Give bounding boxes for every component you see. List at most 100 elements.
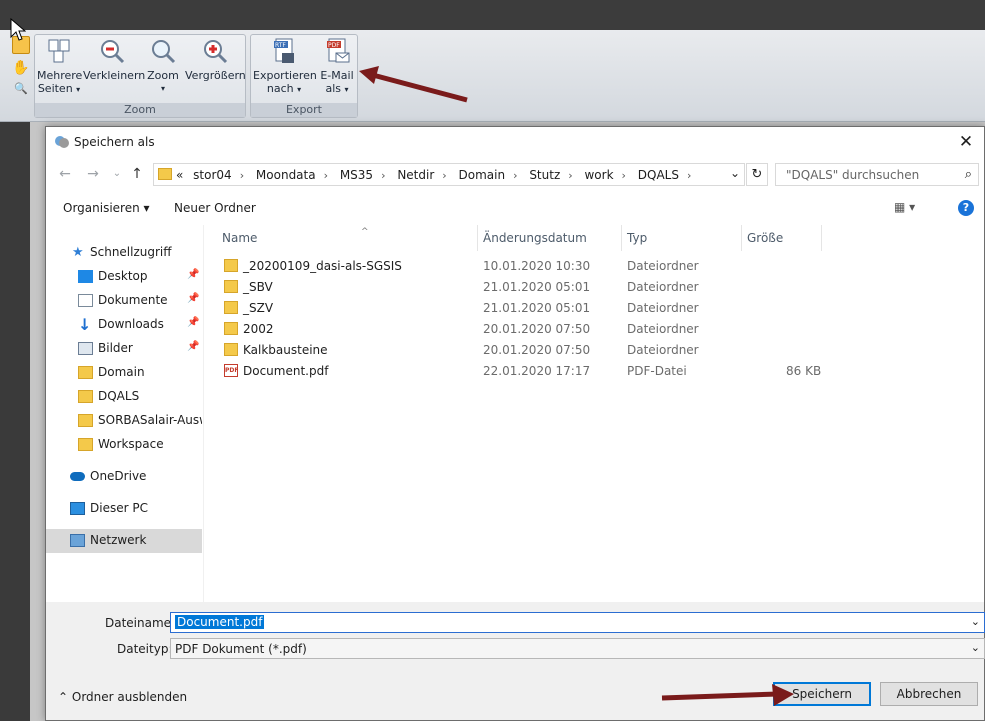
file-type: Dateiordner	[627, 301, 699, 315]
folder-icon	[224, 280, 238, 293]
new-folder-button[interactable]: Neuer Ordner	[174, 201, 256, 215]
nav-item-documents[interactable]: Dokumente 📌	[46, 289, 202, 313]
hand-tool-icon[interactable]: ✋	[12, 60, 29, 76]
search-icon[interactable]: ⌕	[965, 167, 972, 182]
zoom-tool-icon[interactable]: 🔍	[14, 82, 28, 95]
multiple-pages-button[interactable]: Mehrere Seiten ▾	[37, 37, 82, 96]
table-row[interactable]: _SZV 21.01.2020 05:01 Dateiordner	[204, 298, 984, 319]
recent-locations-button[interactable]: ⌄	[108, 165, 126, 183]
download-icon: ↓	[78, 315, 92, 334]
nav-item-label: Downloads	[98, 317, 164, 331]
breadcrumb-item[interactable]: Domain	[459, 168, 506, 182]
column-divider[interactable]	[821, 225, 822, 251]
file-name: _20200109_dasi-als-SGSIS	[243, 259, 402, 273]
change-view-button[interactable]: ▦ ▾	[894, 200, 915, 214]
table-row[interactable]: _20200109_dasi-als-SGSIS 10.01.2020 10:3…	[204, 256, 984, 277]
save-button[interactable]: Speichern	[773, 682, 871, 706]
file-name: Kalkbausteine	[243, 343, 328, 357]
column-header-type[interactable]: Typ	[627, 231, 647, 255]
file-date: 22.01.2020 17:17	[483, 364, 591, 378]
nav-item-this-pc[interactable]: Dieser PC	[46, 497, 202, 521]
organize-button[interactable]: Organisieren ▾	[63, 201, 150, 215]
pin-icon[interactable]: 📌	[187, 341, 199, 352]
save-as-dialog: Speichern als ✕ ← → ⌄ ↑ « stor04 › Moonda…	[45, 126, 985, 721]
breadcrumb-separator[interactable]: ›	[687, 169, 691, 182]
nav-item-label: Bilder	[98, 341, 133, 355]
nav-item-dqals[interactable]: DQALS	[46, 385, 202, 409]
breadcrumb-item[interactable]: DQALS	[638, 168, 679, 182]
help-icon[interactable]: ?	[958, 200, 974, 216]
app-title-bar	[0, 0, 985, 30]
close-button[interactable]: ✕	[948, 127, 984, 157]
breadcrumb-overflow[interactable]: «	[176, 168, 183, 182]
search-input[interactable]: "DQALS" durchsuchen ⌕	[775, 163, 979, 186]
column-divider[interactable]	[621, 225, 622, 251]
export-to-button[interactable]: RTF Exportieren nach ▾	[253, 37, 317, 96]
breadcrumb-separator[interactable]: ›	[381, 169, 385, 182]
breadcrumb-separator[interactable]: ›	[324, 169, 328, 182]
nav-item-onedrive[interactable]: OneDrive	[46, 465, 202, 489]
column-header-date[interactable]: Änderungsdatum	[483, 231, 587, 255]
chevron-down-icon[interactable]: ⌄	[971, 641, 980, 654]
breadcrumb-separator[interactable]: ›	[513, 169, 517, 182]
desktop-icon	[78, 270, 93, 283]
table-row[interactable]: Kalkbausteine 20.01.2020 07:50 Dateiordn…	[204, 340, 984, 361]
zoom-in-button[interactable]: Vergrößern	[185, 37, 246, 82]
nav-item-downloads[interactable]: ↓ Downloads 📌	[46, 313, 202, 337]
column-header-name[interactable]: Name ^	[222, 227, 369, 255]
folder-icon	[78, 438, 93, 451]
breadcrumb-separator[interactable]: ›	[240, 169, 244, 182]
breadcrumb-separator[interactable]: ›	[442, 169, 446, 182]
pin-icon[interactable]: 📌	[187, 269, 199, 280]
breadcrumb-item[interactable]: work	[584, 168, 613, 182]
forward-button[interactable]: →	[84, 165, 102, 183]
export-group: RTF Exportieren nach ▾ PDF E-Mail als ▾ …	[250, 34, 358, 118]
breadcrumb-item[interactable]: Moondata	[256, 168, 316, 182]
email-as-button[interactable]: PDF E-Mail als ▾	[317, 37, 357, 96]
address-bar[interactable]: « stor04 › Moondata › MS35 › Netdir › Domain…	[153, 163, 745, 186]
nav-item-quick-access[interactable]: ★ Schnellzugriff	[46, 241, 202, 265]
file-date: 21.01.2020 05:01	[483, 301, 591, 315]
nav-item-desktop[interactable]: Desktop 📌	[46, 265, 202, 289]
pin-icon[interactable]: 📌	[187, 293, 199, 304]
column-divider[interactable]	[741, 225, 742, 251]
nav-item-pictures[interactable]: Bilder 📌	[46, 337, 202, 361]
sort-ascending-icon: ^	[361, 227, 369, 237]
chevron-down-icon[interactable]: ⌄	[971, 615, 980, 628]
nav-item-sorbasalair[interactable]: SORBASalair-Auswe	[46, 409, 202, 433]
nav-item-network[interactable]: Netzwerk	[46, 529, 202, 553]
breadcrumb-item[interactable]: stor04	[193, 168, 232, 182]
zoom-button[interactable]: Zoom ▾	[143, 37, 183, 95]
up-button[interactable]: ↑	[128, 165, 146, 183]
svg-text:PDF: PDF	[328, 42, 340, 49]
table-row[interactable]: _SBV 21.01.2020 05:01 Dateiordner	[204, 277, 984, 298]
nav-item-domain[interactable]: Domain	[46, 361, 202, 385]
zoom-out-button[interactable]: Verkleinern	[83, 37, 145, 82]
column-divider[interactable]	[477, 225, 478, 251]
cancel-button[interactable]: Abbrechen	[880, 682, 978, 706]
breadcrumb-separator[interactable]: ›	[622, 169, 626, 182]
table-row[interactable]: PDF Document.pdf 22.01.2020 17:17 PDF-Da…	[204, 361, 984, 382]
file-name: Document.pdf	[243, 364, 329, 378]
pin-icon[interactable]: 📌	[187, 317, 199, 328]
filename-field[interactable]: Document.pdf ⌄	[170, 612, 985, 633]
zoom-group: Mehrere Seiten ▾ Verkleinern Zoom ▾ Verg…	[34, 34, 246, 118]
back-button[interactable]: ←	[56, 165, 74, 183]
pdf-email-icon: PDF	[327, 38, 350, 63]
refresh-button[interactable]: ↻	[746, 163, 768, 186]
column-header-size[interactable]: Größe	[747, 231, 783, 255]
folder-icon	[224, 259, 238, 272]
address-dropdown-icon[interactable]: ⌄	[730, 166, 740, 180]
select-tool-icon[interactable]	[12, 36, 30, 54]
zoom-in-icon	[204, 40, 228, 64]
table-row[interactable]: 2002 20.01.2020 07:50 Dateiordner	[204, 319, 984, 340]
breadcrumb-item[interactable]: Netdir	[397, 168, 434, 182]
breadcrumb-item[interactable]: Stutz	[529, 168, 560, 182]
breadcrumb-separator[interactable]: ›	[568, 169, 572, 182]
hide-folders-button[interactable]: ⌃ Ordner ausblenden	[58, 690, 187, 704]
nav-item-workspace[interactable]: Workspace	[46, 433, 202, 457]
network-icon	[70, 534, 85, 547]
documents-icon	[78, 294, 93, 307]
breadcrumb-item[interactable]: MS35	[340, 168, 373, 182]
filetype-select[interactable]: PDF Dokument (*.pdf) ⌄	[170, 638, 985, 659]
